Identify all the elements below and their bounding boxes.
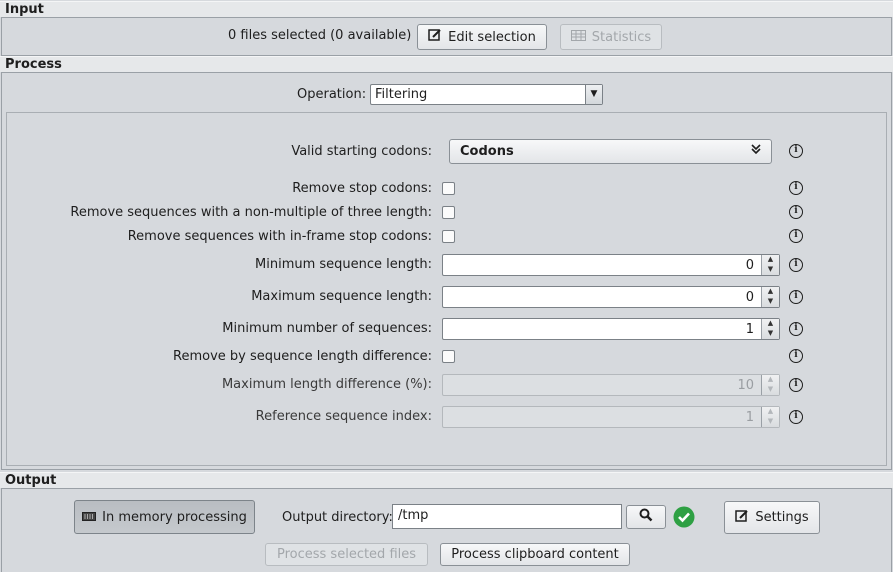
min-length-value: 0 [745,258,754,273]
info-icon[interactable]: i [789,349,803,363]
input-section-header: Input [0,1,893,17]
browse-button[interactable] [626,505,666,529]
process-clipboard-button[interactable]: Process clipboard content [440,543,630,566]
output-dir-input[interactable]: /tmp [392,504,622,529]
edit-icon [428,28,442,46]
max-diff-spinner[interactable]: 10 ▲ ▼ [442,374,780,396]
min-length-label: Minimum sequence length: [255,257,432,272]
max-length-value: 0 [745,290,754,305]
operation-label: Operation: [297,87,367,102]
spin-up-icon[interactable]: ▲ [762,375,779,385]
files-status-text: 0 files selected (0 available) [228,28,412,43]
chevron-down-icon: ▼ [585,85,602,104]
process-selected-files-button[interactable]: Process selected files [265,543,428,566]
edit-selection-button[interactable]: Edit selection [417,24,547,50]
operation-value: Filtering [375,87,428,102]
process-section-header: Process [0,56,893,72]
info-icon[interactable]: i [789,290,803,304]
spinner-arrows[interactable]: ▲ ▼ [761,255,779,275]
spin-down-icon[interactable]: ▼ [762,417,779,427]
valid-codons-value: Codons [460,144,514,159]
spinner-arrows[interactable]: ▲ ▼ [761,375,779,395]
info-icon[interactable]: i [789,181,803,195]
statistics-label: Statistics [591,29,652,45]
spin-up-icon[interactable]: ▲ [762,255,779,265]
remove-stop-codons-checkbox[interactable] [442,182,455,195]
info-icon[interactable]: i [789,229,803,243]
spinner-arrows[interactable]: ▲ ▼ [761,287,779,307]
min-sequences-label: Minimum number of sequences: [222,321,432,336]
min-length-spinner[interactable]: 0 ▲ ▼ [442,254,780,276]
spinner-arrows[interactable]: ▲ ▼ [761,319,779,339]
spin-down-icon[interactable]: ▼ [762,297,779,307]
max-diff-value: 10 [737,378,754,393]
input-section: 0 files selected (0 available) Edit sele… [1,17,892,56]
edit-selection-label: Edit selection [448,29,536,45]
max-length-label: Maximum sequence length: [251,289,432,304]
valid-codons-selector[interactable]: Codons [449,139,772,164]
statistics-button[interactable]: Statistics [560,24,662,50]
remove-non-multiple-label: Remove sequences with a non-multiple of … [70,205,432,220]
ref-index-label: Reference sequence index: [255,409,432,424]
spin-down-icon[interactable]: ▼ [762,329,779,339]
spin-up-icon[interactable]: ▲ [762,319,779,329]
min-sequences-value: 1 [745,322,754,337]
settings-button[interactable]: Settings [724,501,820,534]
output-dir-label: Output directory: [282,510,393,525]
in-memory-processing-toggle[interactable]: In memory processing [74,500,255,534]
double-chevron-down-icon [751,143,761,158]
remove-by-diff-label: Remove by sequence length difference: [173,349,432,364]
operation-select[interactable]: Filtering ▼ [370,84,603,105]
spinner-arrows[interactable]: ▲ ▼ [761,407,779,427]
info-icon[interactable]: i [789,322,803,336]
ref-index-value: 1 [745,410,754,425]
info-icon[interactable]: i [789,410,803,424]
ref-index-spinner[interactable]: 1 ▲ ▼ [442,406,780,428]
in-memory-label: In memory processing [102,509,247,525]
output-section-header: Output [0,472,893,488]
spin-up-icon[interactable]: ▲ [762,287,779,297]
memory-icon [82,510,97,525]
info-icon[interactable]: i [789,144,803,158]
info-icon[interactable]: i [789,205,803,219]
remove-inframe-label: Remove sequences with in-frame stop codo… [127,229,432,244]
spin-down-icon[interactable]: ▼ [762,385,779,395]
check-icon [673,506,695,532]
remove-non-multiple-checkbox[interactable] [442,206,455,219]
max-diff-label: Maximum length difference (%): [221,377,432,392]
remove-inframe-checkbox[interactable] [442,230,455,243]
remove-stop-codons-label: Remove stop codons: [292,181,432,196]
search-icon [639,508,653,526]
max-length-spinner[interactable]: 0 ▲ ▼ [442,286,780,308]
min-sequences-spinner[interactable]: 1 ▲ ▼ [442,318,780,340]
output-dir-value: /tmp [398,508,429,523]
settings-label: Settings [755,510,809,525]
table-icon [570,29,586,45]
output-section: In memory processing Output directory: /… [1,488,892,572]
edit-icon [735,509,749,527]
info-icon[interactable]: i [789,258,803,272]
info-icon[interactable]: i [789,378,803,392]
valid-codons-label: Valid starting codons: [291,144,432,159]
spin-down-icon[interactable]: ▼ [762,265,779,275]
remove-by-diff-checkbox[interactable] [442,350,455,363]
spin-up-icon[interactable]: ▲ [762,407,779,417]
